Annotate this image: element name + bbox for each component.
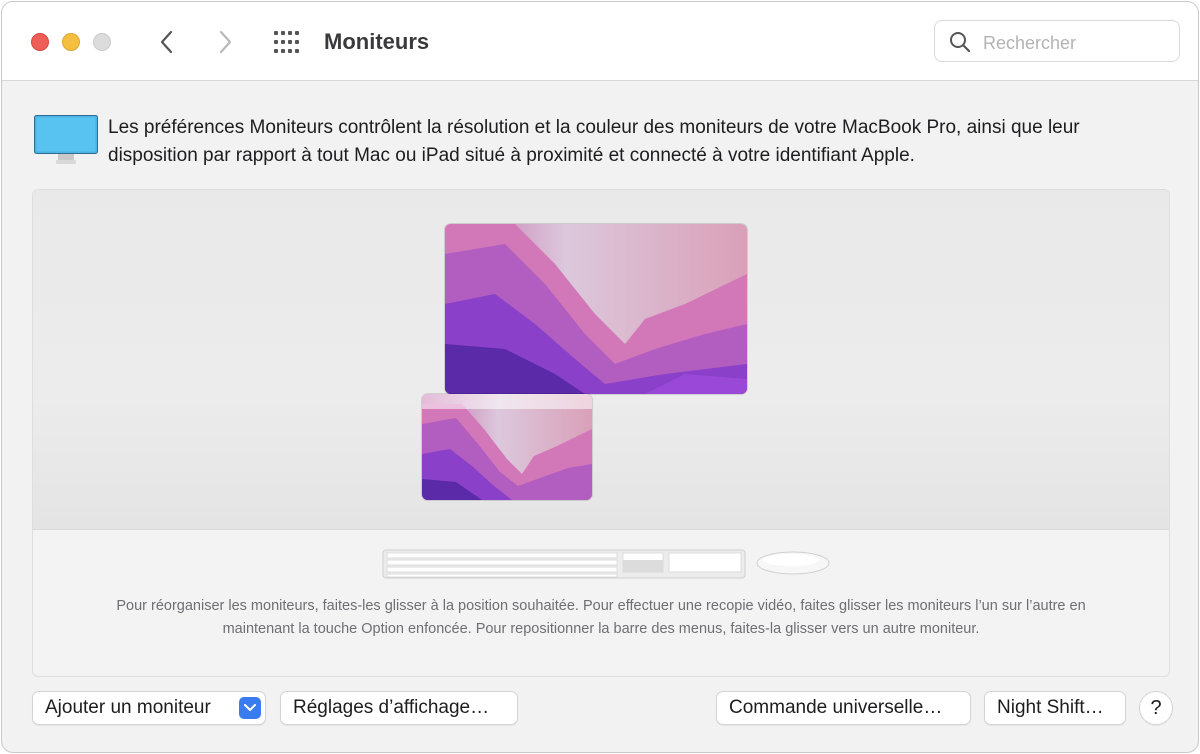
window-title: Moniteurs bbox=[324, 29, 430, 54]
display-arrangement-area: Pour réorganiser les moniteurs, faites-l… bbox=[32, 189, 1170, 677]
night-shift-button[interactable]: Night Shift… bbox=[984, 691, 1126, 725]
minimize-button[interactable] bbox=[62, 33, 80, 51]
arrangement-canvas bbox=[33, 190, 1169, 530]
chevron-right-icon bbox=[219, 30, 232, 54]
search-field[interactable] bbox=[934, 20, 1180, 62]
show-all-button[interactable] bbox=[270, 26, 304, 58]
description-text: Les préférences Moniteurs contrôlent la … bbox=[108, 117, 1080, 166]
close-button[interactable] bbox=[31, 33, 49, 51]
built-in-display[interactable] bbox=[422, 394, 592, 500]
add-display-popup[interactable]: Ajouter un moniteur bbox=[32, 691, 266, 725]
toolbar: Moniteurs bbox=[2, 2, 1198, 81]
mouse-icon bbox=[756, 551, 830, 575]
wallpaper-image bbox=[445, 224, 747, 394]
search-input[interactable] bbox=[981, 29, 1175, 57]
search-icon bbox=[950, 32, 971, 53]
grid-icon bbox=[274, 31, 299, 53]
add-display-label: Ajouter un moniteur bbox=[45, 697, 211, 718]
keyboard-mouse-icon bbox=[382, 549, 830, 579]
keyboard-icon bbox=[382, 549, 746, 579]
display-settings-button[interactable]: Réglages d’affichage… bbox=[280, 691, 518, 725]
chevron-down-icon bbox=[239, 697, 261, 719]
wallpaper-image bbox=[422, 394, 592, 500]
display-icon bbox=[34, 115, 98, 164]
back-button[interactable] bbox=[152, 28, 182, 56]
zoom-button[interactable] bbox=[93, 33, 111, 51]
menu-bar-indicator[interactable] bbox=[422, 394, 592, 409]
system-preferences-window: Moniteurs Les préférences Moniteurs cont… bbox=[1, 1, 1199, 753]
help-button[interactable]: ? bbox=[1139, 691, 1173, 725]
chevron-left-icon bbox=[160, 30, 173, 54]
forward-button[interactable] bbox=[210, 28, 240, 56]
arrangement-hint: Pour réorganiser les moniteurs, faites-l… bbox=[116, 598, 1086, 637]
universal-control-button[interactable]: Commande universelle… bbox=[716, 691, 971, 725]
external-display[interactable] bbox=[445, 224, 747, 394]
